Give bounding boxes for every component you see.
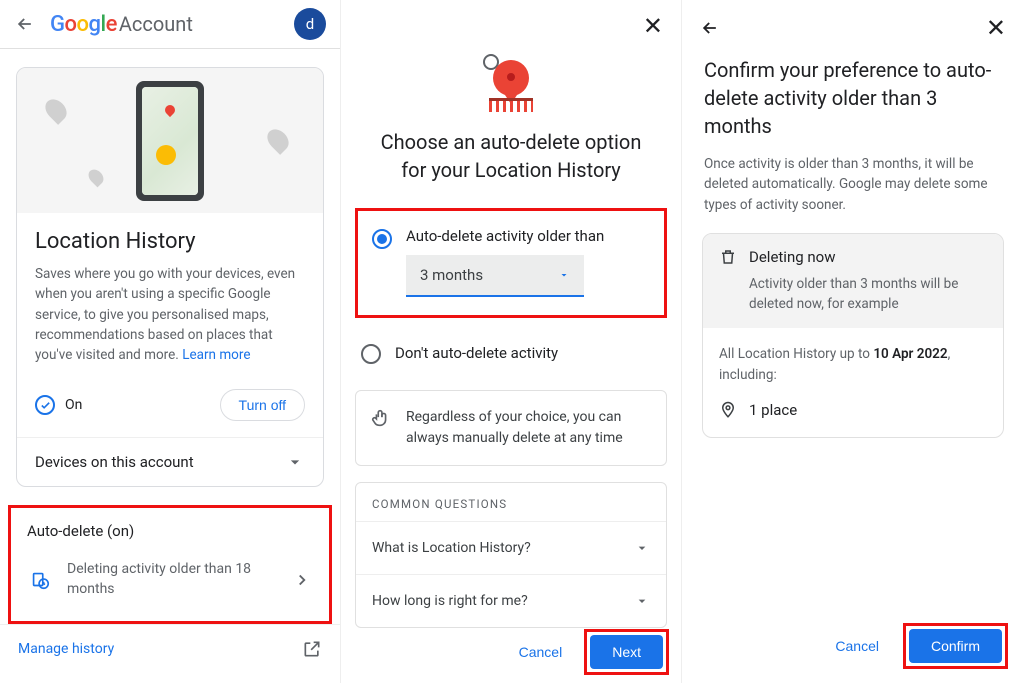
faq-question: How long is right for me?	[372, 593, 528, 609]
next-button[interactable]: Next	[590, 635, 663, 669]
avatar[interactable]: d	[294, 8, 326, 40]
location-pin-icon	[719, 401, 737, 419]
faq-item[interactable]: What is Location History?	[356, 521, 666, 574]
close-icon[interactable]: ✕	[986, 14, 1006, 42]
deleting-now-row: Deleting now	[719, 248, 987, 266]
dialog-actions: Cancel Confirm	[819, 623, 1008, 669]
check-icon	[35, 395, 55, 415]
caret-down-icon	[558, 269, 570, 281]
back-icon[interactable]	[14, 13, 36, 35]
manual-delete-note: Regardless of your choice, you can alway…	[355, 390, 667, 466]
confirm-title: Confirm your preference to auto-delete a…	[682, 56, 1024, 154]
manage-history-row[interactable]: Manage history	[0, 624, 340, 673]
devices-label: Devices on this account	[35, 453, 194, 471]
caret-down-icon	[634, 540, 650, 556]
status-row: On Turn off	[17, 373, 323, 437]
deletion-info: All Location History up to 10 Apr 2022, …	[719, 344, 987, 385]
touch-icon	[370, 407, 392, 429]
duration-dropdown[interactable]: 3 months	[406, 255, 584, 297]
confirm-description: Once activity is older than 3 months, it…	[682, 154, 1024, 233]
dialog-hero-icon	[341, 52, 681, 122]
place-count: 1 place	[749, 401, 797, 419]
deleting-now-label: Deleting now	[749, 248, 836, 266]
note-text: Regardless of your choice, you can alway…	[406, 407, 652, 449]
devices-row[interactable]: Devices on this account	[17, 437, 323, 486]
trash-icon	[719, 248, 737, 266]
highlight-box: Confirm	[903, 623, 1008, 669]
faq-section: COMMON QUESTIONS What is Location Histor…	[355, 482, 667, 628]
hero-image	[17, 68, 323, 213]
auto-delete-option: Auto-delete activity older than 3 months	[355, 208, 667, 318]
radio-unselected-icon	[361, 344, 381, 364]
dialog-actions: Cancel Next	[503, 629, 669, 675]
google-logo: GoogleAccount	[50, 12, 193, 37]
header: GoogleAccount d	[0, 0, 340, 48]
option-label: Auto-delete activity older than	[406, 227, 650, 245]
faq-header: COMMON QUESTIONS	[356, 497, 666, 521]
option-dont-delete[interactable]: Don't auto-delete activity	[341, 332, 681, 374]
faq-question: What is Location History?	[372, 540, 531, 556]
card-description: Saves where you go with your devices, ev…	[35, 264, 305, 365]
card-title: Location History	[35, 229, 305, 254]
settings-panel: GoogleAccount d Location History Saves w…	[0, 0, 341, 683]
turn-off-button[interactable]: Turn off	[220, 389, 305, 421]
learn-more-link[interactable]: Learn more	[182, 347, 250, 363]
confirm-button[interactable]: Confirm	[909, 629, 1002, 663]
cancel-button[interactable]: Cancel	[819, 628, 895, 664]
deleting-now-sub: Activity older than 3 months will be del…	[719, 274, 987, 315]
radio-selected-icon	[372, 229, 392, 249]
back-icon[interactable]	[700, 18, 720, 38]
cancel-button[interactable]: Cancel	[503, 634, 579, 670]
faq-item[interactable]: How long is right for me?	[356, 574, 666, 627]
deletion-summary-card: Deleting now Activity older than 3 month…	[702, 233, 1004, 438]
status-label: On	[65, 397, 82, 413]
auto-delete-title: Auto-delete (on)	[27, 522, 313, 540]
confirm-dialog: ✕ Confirm your preference to auto-delete…	[682, 0, 1024, 683]
manage-history-label: Manage history	[18, 641, 114, 657]
dialog-title: Choose an auto-delete option for your Lo…	[341, 122, 681, 194]
close-icon[interactable]: ✕	[643, 12, 663, 40]
auto-delete-dialog: ✕ Choose an auto-delete option for your …	[341, 0, 682, 683]
auto-delete-icon	[29, 569, 51, 591]
option-label: Don't auto-delete activity	[395, 344, 558, 362]
place-row: 1 place	[719, 401, 987, 419]
location-history-card: Location History Saves where you go with…	[16, 67, 324, 487]
auto-delete-section[interactable]: Auto-delete (on) Deleting activity older…	[8, 505, 332, 624]
chevron-right-icon	[293, 571, 311, 589]
auto-delete-text: Deleting activity older than 18 months	[67, 560, 277, 599]
option-auto-delete[interactable]: Auto-delete activity older than 3 months	[366, 223, 656, 301]
dropdown-value: 3 months	[420, 266, 483, 284]
highlight-box: Next	[584, 629, 669, 675]
external-link-icon	[302, 639, 322, 659]
caret-down-icon	[634, 593, 650, 609]
chevron-down-icon	[285, 452, 305, 472]
